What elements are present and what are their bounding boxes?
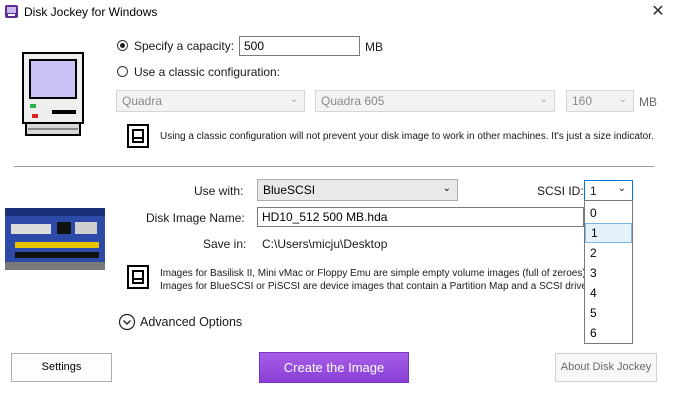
settings-button[interactable]: Settings xyxy=(11,353,112,382)
capacity-unit: MB xyxy=(365,40,383,54)
use-with-value: BlueSCSI xyxy=(263,183,316,197)
image-type-note-1: Images for Basilisk II, Mini vMac or Flo… xyxy=(160,268,589,279)
use-with-label: Use with: xyxy=(194,184,244,198)
scsi-id-dropdown-list: 0 1 2 3 4 5 6 xyxy=(584,200,633,344)
scsi-id-value: 1 xyxy=(590,184,597,198)
info-icon xyxy=(127,124,149,148)
scsi-id-option[interactable]: 0 xyxy=(585,203,632,223)
save-in-path[interactable]: C:\Users\micju\Desktop xyxy=(262,237,387,251)
scsi-id-option[interactable]: 6 xyxy=(585,323,632,343)
about-button[interactable]: About Disk Jockey xyxy=(555,353,657,382)
chevron-down-circle-icon[interactable] xyxy=(118,313,136,331)
specify-capacity-label: Specify a capacity: xyxy=(134,39,235,53)
machine-model-value: Quadra 605 xyxy=(321,94,385,108)
section-divider xyxy=(14,166,654,167)
scsi-id-option[interactable]: 4 xyxy=(585,283,632,303)
disk-image-name-input[interactable]: HD10_512 500 MB.hda xyxy=(257,207,584,227)
disk-size-unit: MB xyxy=(639,95,657,109)
chevron-down-icon: ⌄ xyxy=(442,183,451,194)
chevron-down-icon: ⌄ xyxy=(618,94,627,105)
scsi-id-select[interactable]: 1 ⌄ xyxy=(584,180,633,201)
advanced-options-toggle[interactable]: Advanced Options xyxy=(140,315,242,329)
disk-image-name-label: Disk Image Name: xyxy=(146,211,245,225)
info-icon xyxy=(127,265,149,289)
classic-config-note: Using a classic configuration will not p… xyxy=(160,131,654,142)
app-icon xyxy=(5,5,18,18)
chevron-down-icon: ⌄ xyxy=(617,183,626,194)
scsi-id-option-selected[interactable]: 1 xyxy=(585,223,632,243)
scsi-board-icon xyxy=(5,208,105,270)
create-image-button[interactable]: Create the Image xyxy=(259,352,409,383)
macintosh-icon xyxy=(22,52,84,136)
machine-family-select[interactable]: Quadra ⌄ xyxy=(116,90,305,112)
capacity-input[interactable]: 500 xyxy=(239,36,360,56)
disk-size-select[interactable]: 160 ⌄ xyxy=(566,90,634,112)
machine-model-select[interactable]: Quadra 605 ⌄ xyxy=(315,90,555,112)
classic-config-radio[interactable] xyxy=(117,66,128,77)
close-icon[interactable]: ✕ xyxy=(648,2,668,22)
specify-capacity-radio[interactable] xyxy=(117,40,128,51)
window-title: Disk Jockey for Windows xyxy=(24,5,158,19)
scsi-id-label: SCSI ID: xyxy=(537,184,584,198)
image-type-note-2: Images for BlueSCSI or PiSCSI are device… xyxy=(160,281,593,292)
use-with-select[interactable]: BlueSCSI ⌄ xyxy=(257,179,458,201)
chevron-down-icon: ⌄ xyxy=(289,94,298,105)
scsi-id-option[interactable]: 3 xyxy=(585,263,632,283)
chevron-down-icon: ⌄ xyxy=(539,94,548,105)
disk-size-value: 160 xyxy=(572,94,593,108)
scsi-id-option[interactable]: 2 xyxy=(585,243,632,263)
title-bar: Disk Jockey for Windows ✕ xyxy=(0,0,673,24)
scsi-id-option[interactable]: 5 xyxy=(585,303,632,323)
save-in-label: Save in: xyxy=(203,237,247,251)
machine-family-value: Quadra xyxy=(122,94,163,108)
classic-config-label: Use a classic configuration: xyxy=(134,65,281,79)
